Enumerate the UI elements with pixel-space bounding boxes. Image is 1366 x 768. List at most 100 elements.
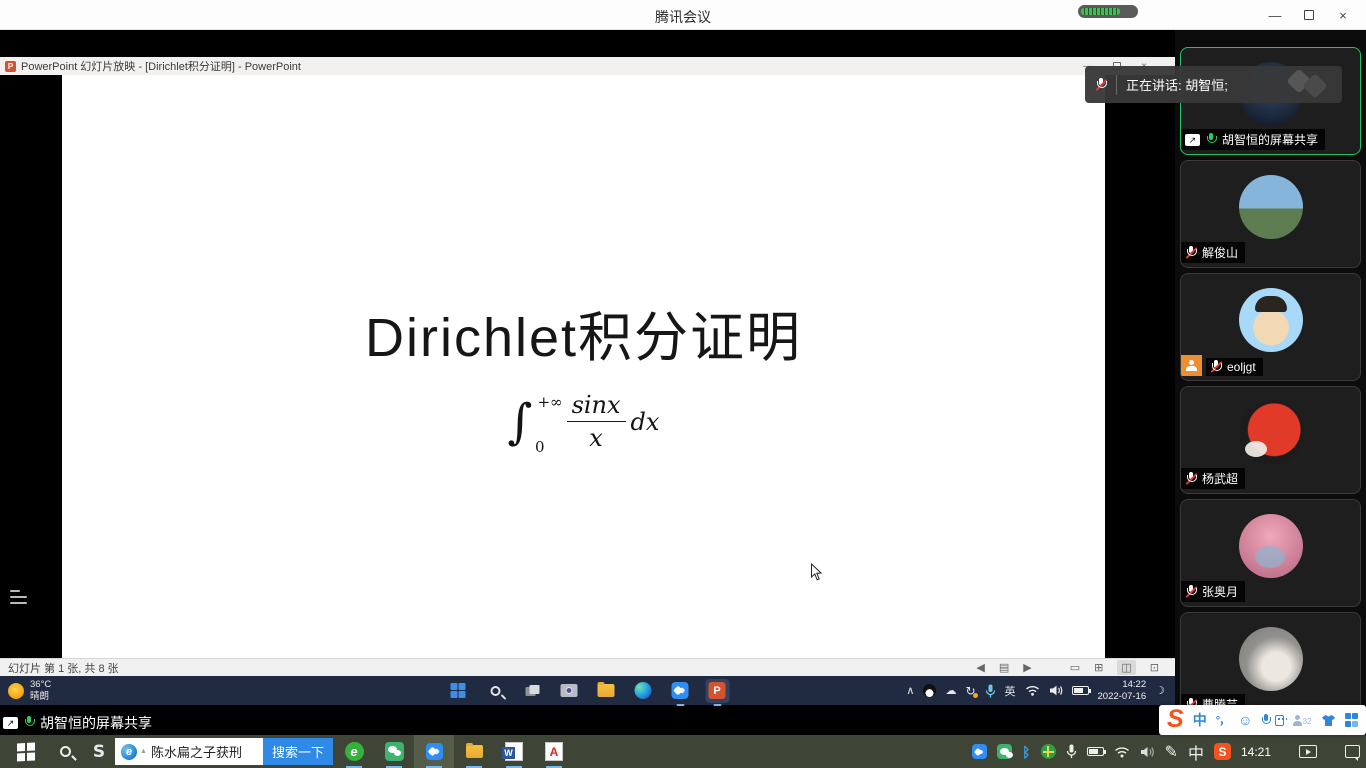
participant-name: 张奥月 (1202, 583, 1238, 600)
wechat-icon (385, 742, 404, 761)
participant-label: 张奥月 (1181, 581, 1245, 602)
slide-sorter-button[interactable]: ⊞ (1094, 661, 1103, 674)
start-button[interactable] (446, 679, 470, 703)
search-go-button[interactable]: 搜索一下 (263, 738, 333, 765)
video-player-icon[interactable] (1299, 745, 1317, 758)
emoji-button[interactable]: ☺ (1238, 712, 1252, 728)
speaker-icon[interactable] (1049, 685, 1063, 696)
word-count-indicator[interactable]: 32 (1293, 715, 1312, 726)
ime-mode-toggle[interactable]: 中 (1193, 710, 1207, 730)
close-button[interactable]: × (1326, 0, 1360, 30)
avatar (1239, 401, 1303, 465)
participant-label: ↗ 胡智恒的屏幕共享 (1181, 129, 1325, 150)
reading-view-button[interactable]: ◫ (1117, 660, 1135, 675)
fraction-numerator: sinx (567, 391, 626, 422)
avatar (1239, 627, 1303, 691)
weather-widget[interactable]: 36°C 晴朗 (8, 679, 51, 702)
minimize-icon: — (1269, 8, 1282, 23)
maximize-icon (1304, 10, 1314, 20)
host-clock[interactable]: 14:21 (1241, 745, 1271, 759)
muted-mic-icon (1095, 78, 1107, 92)
host-search-button[interactable] (48, 735, 82, 768)
slideshow-menu-icon[interactable] (10, 590, 27, 604)
voice-input-icon[interactable] (1261, 714, 1266, 727)
slideshow-view-button[interactable]: ⊡ (1150, 661, 1159, 674)
ink-pen-icon[interactable]: ✎ (1165, 742, 1178, 762)
ppt-statusbar: 幻灯片 第 1 张, 共 8 张 ◀ ▤ ▶ ▭ ⊞ ◫ ⊡ (0, 658, 1175, 676)
participant-tile[interactable]: 杨武超 (1180, 386, 1361, 494)
speaking-text: 正在讲话: 胡智恒; (1126, 75, 1228, 94)
battery-icon[interactable] (1087, 747, 1104, 756)
share-label-text: 胡智恒的屏幕共享 (40, 713, 152, 733)
microphone-icon[interactable] (1066, 744, 1077, 759)
participant-tile[interactable]: 张奥月 (1180, 499, 1361, 607)
search-button[interactable] (483, 679, 507, 703)
focus-assist-icon[interactable]: ☽ (1155, 684, 1165, 697)
file-explorer-button[interactable] (594, 679, 618, 703)
toolbox-icon[interactable] (1345, 713, 1359, 727)
green-browser-button[interactable]: e (334, 735, 374, 768)
screen-share-status-label: ↗ 胡智恒的屏幕共享 (0, 711, 161, 734)
maximize-button[interactable] (1292, 0, 1326, 30)
host-ime-indicator[interactable]: 中 (1188, 740, 1204, 764)
next-slide-button[interactable]: ▶ (1023, 661, 1031, 674)
shared-taskbar-icons: P (446, 679, 729, 703)
mic-on-icon (1205, 133, 1217, 147)
powerpoint-icon: P (5, 61, 16, 72)
soft-keyboard-icon[interactable] (1275, 715, 1283, 726)
antivirus-icon[interactable] (1041, 744, 1056, 759)
participant-tile[interactable]: 解俊山 (1180, 160, 1361, 268)
news-headline: 陈水扁之子获刑 (151, 742, 263, 761)
edge-icon (635, 682, 652, 699)
edge-button[interactable] (631, 679, 655, 703)
participant-tile[interactable]: eoljgt (1180, 273, 1361, 381)
wifi-icon[interactable] (1114, 746, 1130, 758)
skin-shirt-icon[interactable] (1321, 714, 1336, 727)
participant-label: 杨武超 (1181, 468, 1245, 489)
tray-clock[interactable]: 14:22 2022-07-16 (1098, 679, 1147, 703)
powerpoint-app-button[interactable]: P (705, 679, 729, 703)
host-start-button[interactable] (8, 735, 44, 768)
tray-time: 14:22 (1122, 679, 1146, 690)
pdf-button[interactable]: A (534, 735, 574, 768)
wechat-button[interactable] (374, 735, 414, 768)
sogou-logo-icon[interactable]: S (1167, 706, 1184, 732)
minimize-button[interactable]: — (1258, 0, 1292, 30)
wechat-tray-icon[interactable] (997, 744, 1012, 759)
sync-icon[interactable]: ↻ (965, 684, 975, 698)
action-center-icon[interactable] (1345, 745, 1360, 758)
sogou-tray-icon[interactable]: S (1214, 743, 1231, 760)
ime-indicator[interactable]: 英 (1005, 683, 1016, 699)
bluetooth-icon[interactable]: ᛒ (1022, 744, 1030, 760)
cloud-icon[interactable]: ☁ (945, 684, 956, 697)
battery-icon[interactable] (1072, 686, 1089, 695)
file-explorer-button[interactable] (454, 735, 494, 768)
qq-icon[interactable] (923, 684, 936, 697)
shared-taskbar: 36°C 晴朗 P ∧ ☁ ↻ (0, 676, 1175, 705)
meeting-tray-icon[interactable] (972, 744, 987, 759)
muted-mic-icon (1185, 585, 1197, 599)
microphone-icon[interactable] (985, 684, 996, 698)
meeting-app-button[interactable] (668, 679, 692, 703)
speaker-icon[interactable] (1140, 746, 1155, 758)
previous-slide-button[interactable]: ◀ (976, 661, 984, 674)
word-button[interactable] (494, 735, 534, 768)
news-search-box[interactable]: e ▲ 陈水扁之子获刑 搜索一下 (115, 738, 333, 765)
wifi-icon[interactable] (1025, 685, 1040, 696)
sun-icon (8, 683, 24, 699)
meeting-app-button[interactable] (414, 735, 454, 768)
camera-app-button[interactable] (557, 679, 581, 703)
pinwheel-app-button[interactable]: S (84, 735, 114, 768)
folder-icon (598, 684, 615, 697)
punctuation-toggle[interactable]: °， (1216, 712, 1229, 728)
task-view-button[interactable] (520, 679, 544, 703)
normal-view-button[interactable]: ▭ (1070, 661, 1080, 674)
tray-expand-icon[interactable]: ∧ (906, 684, 914, 697)
shared-screen: P PowerPoint 幻灯片放映 - [Dirichlet积分证明] - P… (0, 30, 1175, 735)
windows-logo-icon (450, 683, 466, 699)
participant-label: 解俊山 (1181, 242, 1245, 263)
pen-menu-button[interactable]: ▤ (999, 661, 1009, 674)
weather-desc: 晴朗 (30, 691, 49, 702)
task-view-icon (525, 685, 539, 697)
participant-tile[interactable]: 曹腾芸 (1180, 612, 1361, 720)
